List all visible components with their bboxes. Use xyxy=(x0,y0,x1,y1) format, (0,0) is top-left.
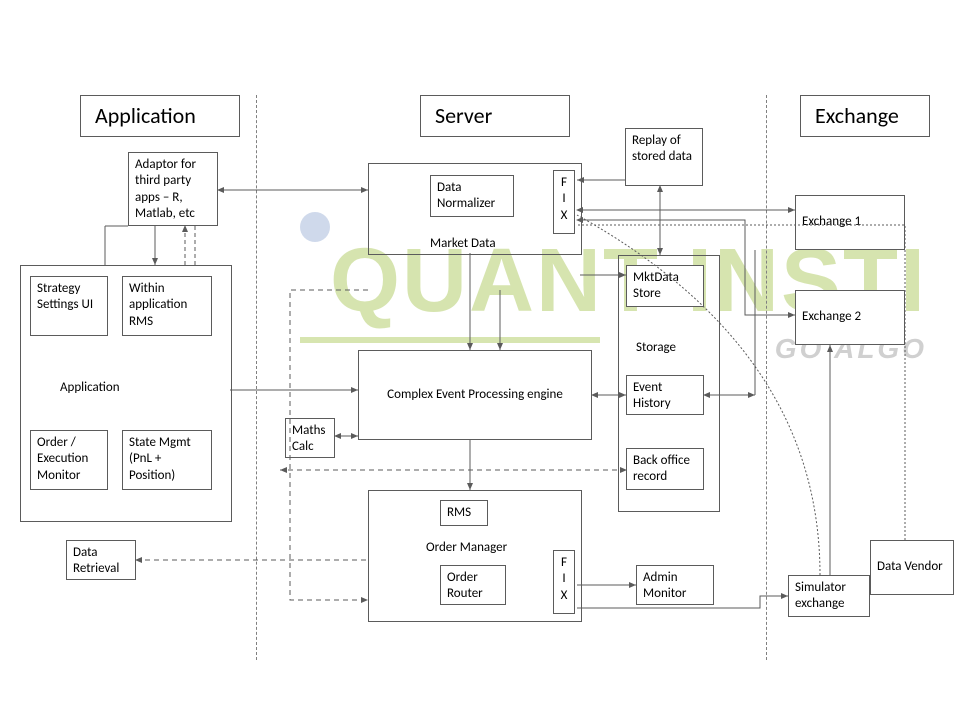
label-application: Application xyxy=(60,380,120,395)
box-fix-market: F I X xyxy=(553,170,575,234)
box-event-history: Event History xyxy=(626,375,704,415)
label-storage: Storage xyxy=(636,340,676,355)
box-adaptor: Adaptor for third party apps – R, Matlab… xyxy=(128,152,218,226)
box-backoffice-record: Back office record xyxy=(626,448,704,490)
label-order-manager: Order Manager xyxy=(426,540,507,555)
box-order-router: Order Router xyxy=(440,565,506,605)
heading-application: Application xyxy=(80,95,240,137)
box-rms: RMS xyxy=(440,500,488,526)
box-maths-calc: Maths Calc xyxy=(285,418,335,458)
box-data-vendor: Data Vendor xyxy=(870,540,954,595)
heading-exchange: Exchange xyxy=(800,95,930,137)
box-fix-order: F I X xyxy=(553,550,575,614)
box-order-execution-monitor: Order / Execution Monitor xyxy=(30,430,108,490)
heading-server: Server xyxy=(420,95,570,137)
box-mktdata-store: MktData Store xyxy=(626,265,704,307)
divider-application-server xyxy=(256,95,257,660)
divider-server-exchange xyxy=(766,95,767,660)
box-exchange-1: Exchange 1 xyxy=(795,195,905,250)
box-replay-stored-data: Replay of stored data xyxy=(625,128,703,186)
box-admin-monitor: Admin Monitor xyxy=(636,565,714,605)
box-state-mgmt: State Mgmt (PnL + Position) xyxy=(122,430,212,490)
box-strategy-settings: Strategy Settings UI xyxy=(30,276,108,336)
box-within-rms: Within application RMS xyxy=(122,276,212,336)
box-data-retrieval: Data Retrieval xyxy=(66,540,136,580)
box-data-normalizer: Data Normalizer xyxy=(430,175,514,217)
box-exchange-2: Exchange 2 xyxy=(795,290,905,345)
box-simulator-exchange: Simulator exchange xyxy=(788,575,870,617)
box-cep-engine: Complex Event Processing engine xyxy=(358,350,592,440)
label-market-data: Market Data xyxy=(430,236,496,251)
